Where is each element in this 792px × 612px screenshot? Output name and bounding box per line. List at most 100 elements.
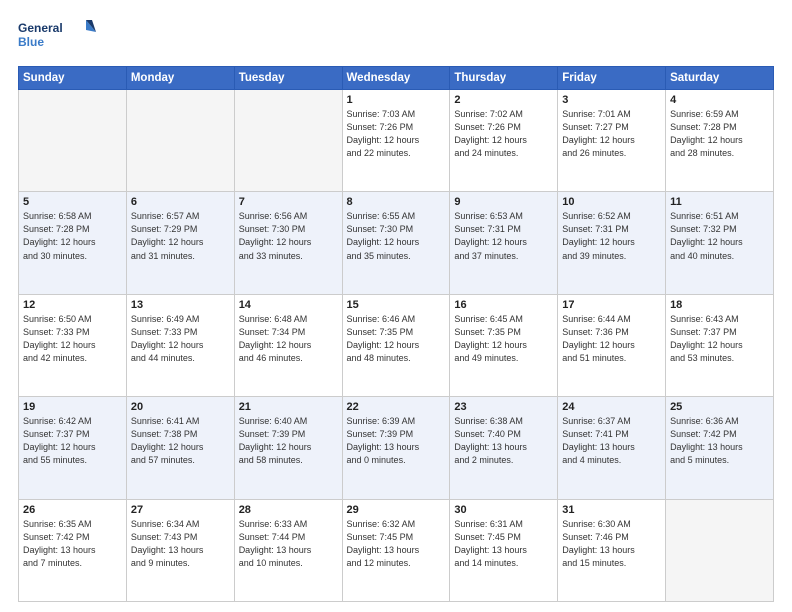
day-info: Sunrise: 6:58 AM Sunset: 7:28 PM Dayligh… <box>23 210 122 262</box>
day-number: 3 <box>562 94 661 106</box>
weekday-header-tuesday: Tuesday <box>234 67 342 90</box>
calendar-cell: 17 Sunrise: 6:44 AM Sunset: 7:36 PM Dayli… <box>558 294 666 396</box>
day-info: Sunrise: 6:49 AM Sunset: 7:33 PM Dayligh… <box>131 313 230 365</box>
day-number: 29 <box>347 504 446 516</box>
weekday-header-friday: Friday <box>558 67 666 90</box>
header: General Blue <box>18 18 774 56</box>
calendar-cell: 1 Sunrise: 7:03 AM Sunset: 7:26 PM Daylig… <box>342 90 450 192</box>
calendar-cell: 18Sunrise: 6:43 AM Sunset: 7:37 PM Dayli… <box>666 294 774 396</box>
calendar-cell: 16Sunrise: 6:45 AM Sunset: 7:35 PM Dayli… <box>450 294 558 396</box>
day-info: Sunrise: 6:42 AM Sunset: 7:37 PM Dayligh… <box>23 415 122 467</box>
day-number: 9 <box>454 196 553 208</box>
day-number: 25 <box>670 401 769 413</box>
calendar-cell <box>19 90 127 192</box>
day-number: 20 <box>131 401 230 413</box>
day-info: Sunrise: 6:40 AM Sunset: 7:39 PM Dayligh… <box>239 415 338 467</box>
day-info: Sunrise: 6:59 AM Sunset: 7:28 PM Dayligh… <box>670 108 769 160</box>
day-number: 13 <box>131 299 230 311</box>
day-number: 26 <box>23 504 122 516</box>
weekday-header-saturday: Saturday <box>666 67 774 90</box>
day-info: Sunrise: 6:37 AM Sunset: 7:41 PM Dayligh… <box>562 415 661 467</box>
day-info: Sunrise: 6:56 AM Sunset: 7:30 PM Dayligh… <box>239 210 338 262</box>
calendar-cell <box>234 90 342 192</box>
day-number: 10 <box>562 196 661 208</box>
day-number: 24 <box>562 401 661 413</box>
day-number: 11 <box>670 196 769 208</box>
weekday-header-sunday: Sunday <box>19 67 127 90</box>
calendar-week-row: 26 Sunrise: 6:35 AM Sunset: 7:42 PM Dayli… <box>19 499 774 601</box>
calendar-cell: 9 Sunrise: 6:53 AM Sunset: 7:31 PM Daylig… <box>450 192 558 294</box>
calendar-cell: 14 Sunrise: 6:48 AM Sunset: 7:34 PM Dayli… <box>234 294 342 396</box>
day-number: 31 <box>562 504 661 516</box>
day-info: Sunrise: 6:57 AM Sunset: 7:29 PM Dayligh… <box>131 210 230 262</box>
calendar-cell: 11 Sunrise: 6:51 AM Sunset: 7:32 PM Dayli… <box>666 192 774 294</box>
calendar-cell: 27 Sunrise: 6:34 AM Sunset: 7:43 PM Dayli… <box>126 499 234 601</box>
weekday-header-wednesday: Wednesday <box>342 67 450 90</box>
day-number: 27 <box>131 504 230 516</box>
day-info: Sunrise: 6:51 AM Sunset: 7:32 PM Dayligh… <box>670 210 769 262</box>
day-info: Sunrise: 6:44 AM Sunset: 7:36 PM Dayligh… <box>562 313 661 365</box>
day-info: Sunrise: 6:39 AM Sunset: 7:39 PM Dayligh… <box>347 415 446 467</box>
day-number: 22 <box>347 401 446 413</box>
day-info: Sunrise: 6:41 AM Sunset: 7:38 PM Dayligh… <box>131 415 230 467</box>
calendar-cell: 2Sunrise: 7:02 AM Sunset: 7:26 PM Daylig… <box>450 90 558 192</box>
day-number: 1 <box>347 94 446 106</box>
day-info: Sunrise: 6:50 AM Sunset: 7:33 PM Dayligh… <box>23 313 122 365</box>
day-number: 4 <box>670 94 769 106</box>
day-number: 28 <box>239 504 338 516</box>
day-info: Sunrise: 6:48 AM Sunset: 7:34 PM Dayligh… <box>239 313 338 365</box>
day-info: Sunrise: 6:46 AM Sunset: 7:35 PM Dayligh… <box>347 313 446 365</box>
calendar-cell: 28 Sunrise: 6:33 AM Sunset: 7:44 PM Dayli… <box>234 499 342 601</box>
weekday-header-row: SundayMondayTuesdayWednesdayThursdayFrid… <box>19 67 774 90</box>
day-info: Sunrise: 6:55 AM Sunset: 7:30 PM Dayligh… <box>347 210 446 262</box>
calendar-cell: 31Sunrise: 6:30 AM Sunset: 7:46 PM Dayli… <box>558 499 666 601</box>
day-number: 14 <box>239 299 338 311</box>
calendar-cell: 15 Sunrise: 6:46 AM Sunset: 7:35 PM Dayli… <box>342 294 450 396</box>
calendar-cell: 8 Sunrise: 6:55 AM Sunset: 7:30 PM Daylig… <box>342 192 450 294</box>
page: General Blue SundayMondayTuesdayWednesda… <box>0 0 792 612</box>
calendar-cell: 29 Sunrise: 6:32 AM Sunset: 7:45 PM Dayli… <box>342 499 450 601</box>
day-number: 8 <box>347 196 446 208</box>
day-info: Sunrise: 6:53 AM Sunset: 7:31 PM Dayligh… <box>454 210 553 262</box>
calendar-cell: 20 Sunrise: 6:41 AM Sunset: 7:38 PM Dayli… <box>126 397 234 499</box>
calendar-cell: 12 Sunrise: 6:50 AM Sunset: 7:33 PM Dayli… <box>19 294 127 396</box>
day-info: Sunrise: 6:34 AM Sunset: 7:43 PM Dayligh… <box>131 518 230 570</box>
day-number: 23 <box>454 401 553 413</box>
day-number: 16 <box>454 299 553 311</box>
day-info: Sunrise: 6:35 AM Sunset: 7:42 PM Dayligh… <box>23 518 122 570</box>
day-number: 17 <box>562 299 661 311</box>
calendar-cell: 3Sunrise: 7:01 AM Sunset: 7:27 PM Daylig… <box>558 90 666 192</box>
day-info: Sunrise: 6:31 AM Sunset: 7:45 PM Dayligh… <box>454 518 553 570</box>
day-number: 2 <box>454 94 553 106</box>
day-info: Sunrise: 6:43 AM Sunset: 7:37 PM Dayligh… <box>670 313 769 365</box>
calendar-cell: 19Sunrise: 6:42 AM Sunset: 7:37 PM Dayli… <box>19 397 127 499</box>
day-info: Sunrise: 7:03 AM Sunset: 7:26 PM Dayligh… <box>347 108 446 160</box>
day-number: 21 <box>239 401 338 413</box>
day-info: Sunrise: 6:32 AM Sunset: 7:45 PM Dayligh… <box>347 518 446 570</box>
calendar-week-row: 1 Sunrise: 7:03 AM Sunset: 7:26 PM Daylig… <box>19 90 774 192</box>
day-info: Sunrise: 6:33 AM Sunset: 7:44 PM Dayligh… <box>239 518 338 570</box>
calendar-cell: 13 Sunrise: 6:49 AM Sunset: 7:33 PM Dayli… <box>126 294 234 396</box>
calendar-cell: 4 Sunrise: 6:59 AM Sunset: 7:28 PM Daylig… <box>666 90 774 192</box>
day-number: 5 <box>23 196 122 208</box>
day-number: 7 <box>239 196 338 208</box>
calendar-cell: 24 Sunrise: 6:37 AM Sunset: 7:41 PM Dayli… <box>558 397 666 499</box>
day-number: 6 <box>131 196 230 208</box>
day-number: 30 <box>454 504 553 516</box>
calendar-cell: 26 Sunrise: 6:35 AM Sunset: 7:42 PM Dayli… <box>19 499 127 601</box>
weekday-header-thursday: Thursday <box>450 67 558 90</box>
calendar-week-row: 19Sunrise: 6:42 AM Sunset: 7:37 PM Dayli… <box>19 397 774 499</box>
calendar-cell <box>666 499 774 601</box>
calendar-cell: 5 Sunrise: 6:58 AM Sunset: 7:28 PM Daylig… <box>19 192 127 294</box>
logo-svg: General Blue <box>18 18 98 56</box>
day-info: Sunrise: 6:36 AM Sunset: 7:42 PM Dayligh… <box>670 415 769 467</box>
calendar-cell: 22 Sunrise: 6:39 AM Sunset: 7:39 PM Dayli… <box>342 397 450 499</box>
logo: General Blue <box>18 18 98 56</box>
calendar-cell <box>126 90 234 192</box>
weekday-header-monday: Monday <box>126 67 234 90</box>
calendar-table: SundayMondayTuesdayWednesdayThursdayFrid… <box>18 66 774 602</box>
calendar-cell: 25 Sunrise: 6:36 AM Sunset: 7:42 PM Dayli… <box>666 397 774 499</box>
calendar-week-row: 5 Sunrise: 6:58 AM Sunset: 7:28 PM Daylig… <box>19 192 774 294</box>
day-number: 12 <box>23 299 122 311</box>
day-number: 15 <box>347 299 446 311</box>
